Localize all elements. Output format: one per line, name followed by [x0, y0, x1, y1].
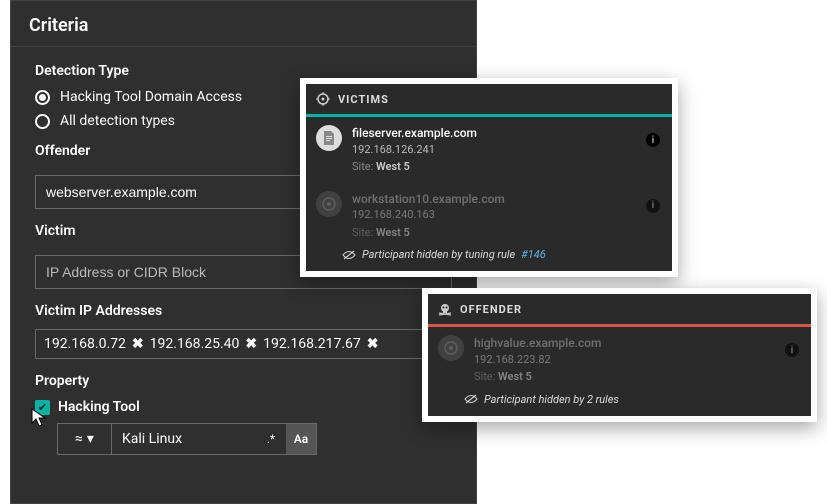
- skull-icon: [438, 302, 452, 316]
- entity-ip: 192.168.126.241: [352, 142, 662, 157]
- remove-tag-button[interactable]: ✖: [132, 336, 144, 352]
- property-checkbox-row[interactable]: ✔ Hacking Tool: [35, 399, 452, 415]
- offender-header: OFFENDER: [428, 294, 811, 324]
- entity-site: Site: West 5: [352, 159, 662, 174]
- offender-card: OFFENDER highvalue.example.com 192.168.2…: [422, 288, 817, 422]
- entity-name: highvalue.example.com: [474, 335, 801, 352]
- entity-name: fileserver.example.com: [352, 125, 662, 142]
- offender-header-text: OFFENDER: [460, 303, 522, 316]
- checkbox-icon: ✔: [35, 400, 50, 415]
- hidden-text: Participant hidden by 2 rules: [484, 393, 619, 406]
- eye-slash-icon: [464, 394, 478, 404]
- hidden-text: Participant hidden by tuning rule: [362, 248, 515, 261]
- info-icon[interactable]: i: [785, 343, 799, 357]
- remove-tag-button[interactable]: ✖: [367, 336, 379, 352]
- radio-label: Hacking Tool Domain Access: [60, 89, 242, 105]
- entity-name: workstation10.example.com: [352, 191, 662, 208]
- detection-type-label: Detection Type: [35, 63, 452, 79]
- panel-title: Criteria: [11, 1, 476, 47]
- info-icon[interactable]: i: [646, 199, 660, 213]
- property-checkbox-label: Hacking Tool: [58, 399, 140, 415]
- radio-icon: [35, 114, 50, 129]
- property-value-text: Kali Linux: [122, 431, 182, 447]
- info-icon[interactable]: i: [646, 133, 660, 147]
- device-icon: [438, 335, 464, 361]
- eye-slash-icon: [342, 250, 356, 260]
- entity-ip: 192.168.223.82: [474, 352, 801, 367]
- regex-toggle[interactable]: .*: [256, 424, 286, 454]
- hidden-note: Participant hidden by tuning rule #146: [306, 248, 672, 271]
- offender-entity-hidden[interactable]: highvalue.example.com 192.168.223.82 Sit…: [428, 327, 811, 393]
- remove-tag-button[interactable]: ✖: [245, 336, 257, 352]
- victims-card: VICTIMS fileserver.example.com 192.168.1…: [300, 78, 678, 277]
- case-toggle[interactable]: Aa: [286, 424, 316, 454]
- victim-entity-hidden[interactable]: workstation10.example.com 192.168.240.16…: [306, 183, 672, 249]
- entity-site: Site: West 5: [474, 369, 801, 384]
- property-value-row: ≈ ▾ Kali Linux .* Aa: [57, 423, 317, 455]
- device-icon: [316, 191, 342, 217]
- entity-site: Site: West 5: [352, 225, 662, 240]
- victims-header-text: VICTIMS: [338, 93, 389, 106]
- property-value-input[interactable]: Kali Linux: [112, 424, 256, 454]
- radio-label: All detection types: [60, 113, 175, 129]
- victim-entity[interactable]: fileserver.example.com 192.168.126.241 S…: [306, 117, 672, 183]
- entity-body: fileserver.example.com 192.168.126.241 S…: [352, 125, 662, 175]
- ip-tag: 192.168.217.67 ✖: [263, 336, 378, 352]
- tuning-rule-link[interactable]: #146: [521, 248, 546, 261]
- entity-ip: 192.168.240.163: [352, 207, 662, 222]
- operator-dropdown[interactable]: ≈ ▾: [58, 424, 112, 454]
- ip-tag-text: 192.168.25.40: [150, 336, 240, 352]
- hidden-note: Participant hidden by 2 rules: [428, 393, 811, 416]
- victim-ips-label: Victim IP Addresses: [35, 303, 452, 319]
- ip-tag: 192.168.25.40 ✖: [150, 336, 258, 352]
- chevron-down-icon: ▾: [87, 431, 94, 447]
- property-label: Property: [35, 373, 452, 389]
- target-icon: [316, 92, 330, 106]
- entity-body: workstation10.example.com 192.168.240.16…: [352, 191, 662, 241]
- victims-header: VICTIMS: [306, 84, 672, 114]
- ip-tag-text: 192.168.0.72: [44, 336, 126, 352]
- operator-symbol: ≈: [75, 431, 83, 447]
- ip-tag: 192.168.0.72 ✖: [44, 336, 144, 352]
- entity-body: highvalue.example.com 192.168.223.82 Sit…: [474, 335, 801, 385]
- file-icon: [316, 125, 342, 151]
- radio-icon: [35, 90, 50, 105]
- ip-tag-text: 192.168.217.67: [263, 336, 361, 352]
- victim-ip-tags-input[interactable]: 192.168.0.72 ✖ 192.168.25.40 ✖ 192.168.2…: [35, 329, 452, 359]
